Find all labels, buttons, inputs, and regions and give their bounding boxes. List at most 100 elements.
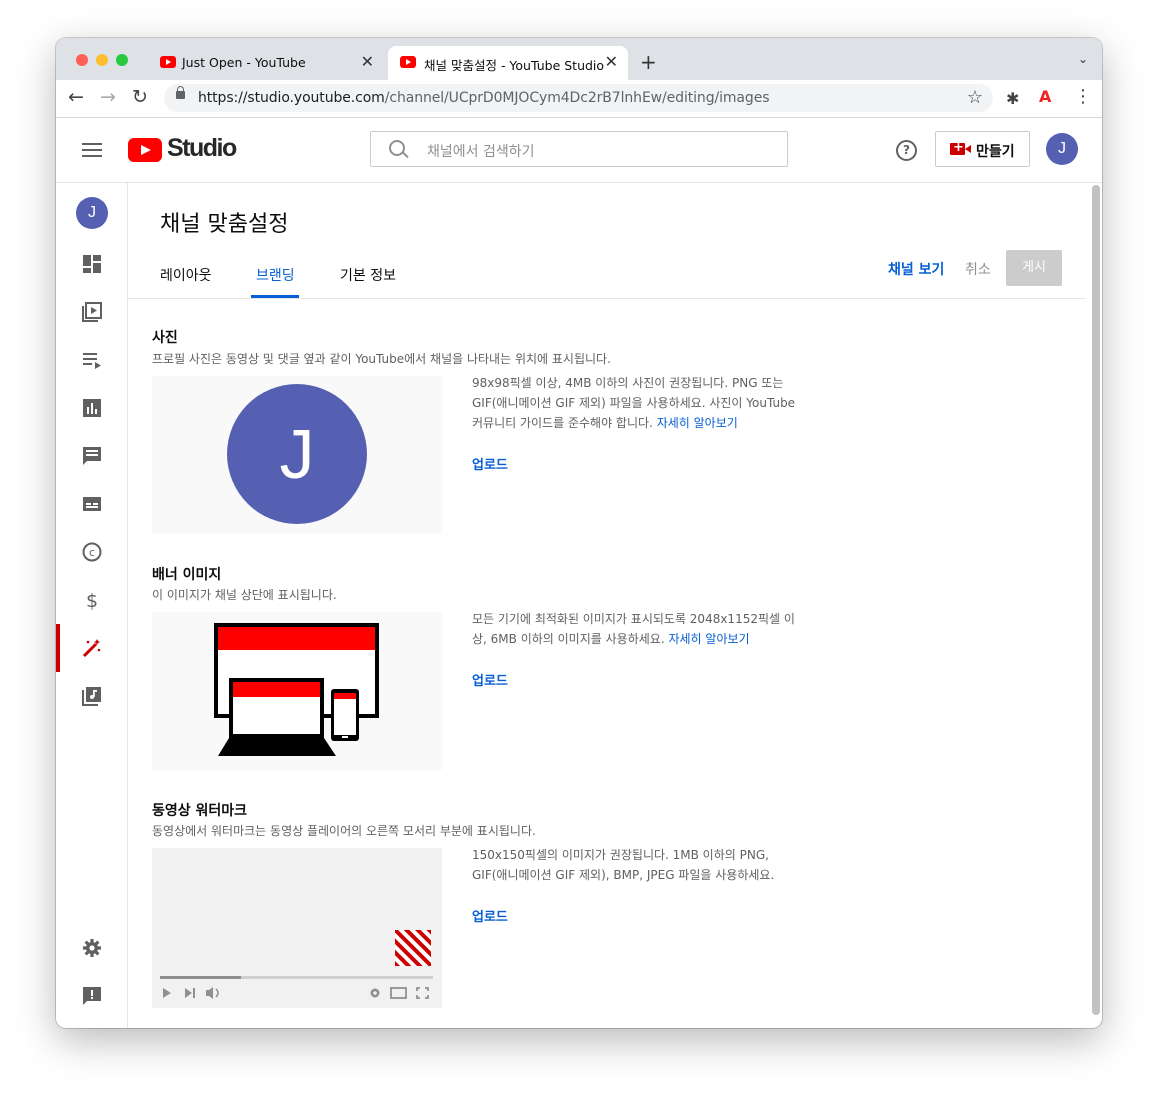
search-icon xyxy=(389,140,405,156)
devices-illustration xyxy=(214,623,379,756)
watermark-preview xyxy=(152,848,442,1008)
monetization-icon: $ xyxy=(86,590,98,610)
sidebar-item-settings[interactable] xyxy=(56,928,127,968)
sidebar-item-content[interactable] xyxy=(56,292,127,332)
sidebar-item-playlists[interactable] xyxy=(56,340,127,380)
reload-icon[interactable]: ↻ xyxy=(132,86,148,108)
watermark-info-line: GIF(애니메이션 GIF 제외), BMP, JPEG 파일을 사용하세요. xyxy=(472,868,775,882)
tab-close-icon[interactable]: ✕ xyxy=(605,52,618,71)
banner-upload-button[interactable]: 업로드 xyxy=(472,670,508,689)
watermark-section-title: 동영상 워터마크 xyxy=(152,803,248,819)
address-bar[interactable]: https://studio.youtube.com/channel/UCprD… xyxy=(164,84,993,112)
watermark-info-line: 150x150픽셀의 이미지가 권장됩니다. 1MB 이하의 PNG, xyxy=(472,848,769,862)
close-window-button[interactable] xyxy=(76,54,88,66)
video-camera-icon xyxy=(950,140,971,155)
banner-info-line: 상, 6MB 이하의 이미지를 사용하세요. xyxy=(472,632,665,646)
banner-info-line: 모든 기기에 최적화된 이미지가 표시되도록 2048x1152픽셀 이 xyxy=(472,612,795,626)
zoom-window-button[interactable] xyxy=(116,54,128,66)
banner-section-description: 이 이미지가 채널 상단에 표시됩니다. xyxy=(152,588,337,602)
photo-info-line: GIF(애니메이션 GIF 제외) 파일을 사용하세요. 사진이 YouTube xyxy=(472,396,796,410)
sidebar-item-customization[interactable] xyxy=(56,624,127,672)
sidebar-item-feedback[interactable] xyxy=(56,976,127,1016)
tab-title: Just Open - YouTube xyxy=(182,55,306,70)
search-placeholder: 채널에서 검색하기 xyxy=(427,144,535,160)
tab-search-chevron-icon[interactable]: ⌄ xyxy=(1078,52,1088,66)
svg-text:$: $ xyxy=(86,590,98,610)
left-sidebar: J c $ xyxy=(56,183,128,1028)
acrobat-extension-icon[interactable]: A xyxy=(1039,87,1051,106)
channel-search-input[interactable]: 채널에서 검색하기 xyxy=(370,131,788,167)
photo-learn-more-link[interactable]: 자세히 알아보기 xyxy=(657,416,738,430)
banner-requirements: 모든 기기에 최적화된 이미지가 표시되도록 2048x1152픽셀 이 상, … xyxy=(472,609,802,649)
bookmark-star-icon[interactable]: ☆ xyxy=(967,87,983,108)
cancel-button[interactable]: 취소 xyxy=(965,259,991,279)
settings-icon xyxy=(83,939,101,957)
page-title: 채널 맞춤설정 xyxy=(160,212,289,237)
view-channel-link[interactable]: 채널 보기 xyxy=(888,259,944,279)
watermark-requirements: 150x150픽셀의 이미지가 권장됩니다. 1MB 이하의 PNG, GIF(… xyxy=(472,845,802,885)
photo-section-title: 사진 xyxy=(152,330,178,346)
url-text: https://studio.youtube.com/channel/UCprD… xyxy=(198,90,770,106)
browser-tab-youtube[interactable]: Just Open - YouTube ✕ xyxy=(152,46,384,80)
analytics-icon xyxy=(83,399,101,417)
new-tab-icon[interactable]: + xyxy=(640,50,657,74)
feedback-icon xyxy=(83,987,101,1005)
create-button[interactable]: 만들기 xyxy=(935,131,1030,167)
back-arrow-icon[interactable]: ← xyxy=(68,86,84,108)
youtube-play-icon xyxy=(128,138,162,162)
sidebar-item-audio-library[interactable] xyxy=(56,676,127,716)
help-icon[interactable]: ? xyxy=(896,140,917,161)
photo-info-line: 커뮤니티 가이드를 준수해야 합니다. xyxy=(472,416,653,430)
photo-info-line: 98x98픽셀 이상, 4MB 이하의 사진이 권장됩니다. PNG 또는 xyxy=(472,376,784,390)
svg-text:c: c xyxy=(89,546,95,559)
copyright-icon: c xyxy=(82,542,102,562)
menu-icon[interactable] xyxy=(82,143,102,161)
browser-tab-studio[interactable]: 채널 맞춤설정 - YouTube Studio ✕ xyxy=(388,46,628,80)
dashboard-icon xyxy=(83,255,101,273)
browser-toolbar: ← → ↻ https://studio.youtube.com/channel… xyxy=(56,80,1102,118)
customization-tabs: 레이아웃 브랜딩 기본 정보 채널 보기 취소 게시 xyxy=(128,243,1086,299)
lock-icon xyxy=(176,86,185,99)
browser-menu-icon[interactable]: ⋮ xyxy=(1074,86,1092,107)
publish-button[interactable]: 게시 xyxy=(1006,250,1062,286)
banner-preview xyxy=(152,612,442,770)
sidebar-item-dashboard[interactable] xyxy=(56,244,127,284)
page-scrollbar[interactable] xyxy=(1092,183,1100,1021)
profile-photo-avatar: J xyxy=(227,384,367,524)
watermark-section-description: 동영상에서 워터마크는 동영상 플레이어의 오른쪽 모서리 부분에 표시됩니다. xyxy=(152,824,536,838)
channel-avatar[interactable]: J xyxy=(76,197,108,229)
playlists-icon xyxy=(83,353,101,369)
photo-upload-button[interactable]: 업로드 xyxy=(472,454,508,473)
minimize-window-button[interactable] xyxy=(96,54,108,66)
forward-arrow-icon[interactable]: → xyxy=(100,86,116,108)
sidebar-item-monetization[interactable]: $ xyxy=(56,580,127,620)
tab-layout[interactable]: 레이아웃 xyxy=(160,265,212,285)
video-player-illustration xyxy=(160,930,433,999)
browser-window: Just Open - YouTube ✕ 채널 맞춤설정 - YouTube … xyxy=(56,38,1102,1028)
watermark-upload-button[interactable]: 업로드 xyxy=(472,906,508,925)
photo-requirements: 98x98픽셀 이상, 4MB 이하의 사진이 권장됩니다. PNG 또는 GI… xyxy=(472,373,802,433)
sidebar-item-analytics[interactable] xyxy=(56,388,127,428)
youtube-favicon-icon xyxy=(160,56,176,68)
logo-text: Studio xyxy=(167,134,237,162)
create-label: 만들기 xyxy=(976,144,1015,160)
extensions-puzzle-icon[interactable]: ✱ xyxy=(1006,89,1019,108)
profile-photo-preview: J xyxy=(152,376,442,534)
youtube-favicon-icon xyxy=(400,56,416,68)
tab-close-icon[interactable]: ✕ xyxy=(361,52,374,71)
tab-basic-info[interactable]: 기본 정보 xyxy=(340,265,396,285)
studio-header: Studio 채널에서 검색하기 ? 만들기 J xyxy=(56,118,1102,183)
scrollbar-thumb[interactable] xyxy=(1092,185,1100,1015)
account-avatar[interactable]: J xyxy=(1046,133,1078,165)
banner-section-title: 배너 이미지 xyxy=(152,567,222,583)
subtitles-icon xyxy=(83,497,101,511)
photo-section-description: 프로필 사진은 동영상 및 댓글 옆과 같이 YouTube에서 채널을 나타내… xyxy=(152,352,611,366)
audio-library-icon xyxy=(82,687,101,706)
sidebar-item-subtitles[interactable] xyxy=(56,484,127,524)
banner-learn-more-link[interactable]: 자세히 알아보기 xyxy=(668,632,749,646)
sidebar-item-comments[interactable] xyxy=(56,436,127,476)
tab-branding[interactable]: 브랜딩 xyxy=(256,265,295,285)
active-tab-indicator xyxy=(251,295,299,298)
sidebar-item-copyright[interactable]: c xyxy=(56,532,127,572)
main-content: 채널 맞춤설정 레이아웃 브랜딩 기본 정보 채널 보기 취소 게시 사진 프로… xyxy=(128,183,1090,1028)
